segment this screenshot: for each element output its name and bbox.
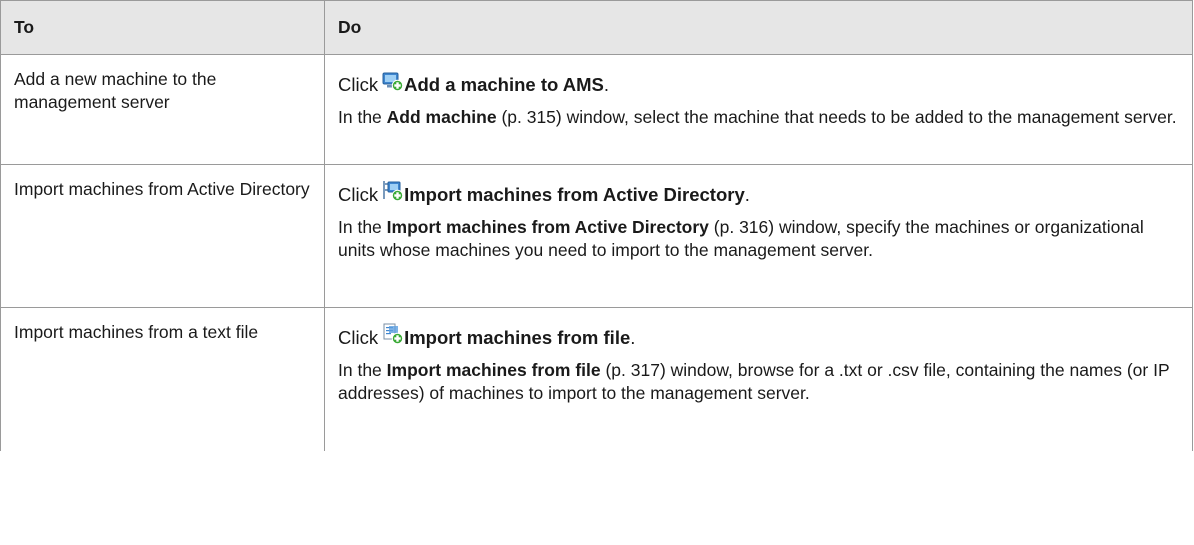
step-line: Click Import machines from file. — [338, 323, 1179, 350]
click-word: Click — [338, 74, 379, 95]
do-cell: Click Add a machine to AMS. In the Add m… — [324, 54, 1193, 165]
period: . — [603, 74, 609, 95]
click-word: Click — [338, 184, 379, 205]
step-line: Click Add a machine to AMS. — [338, 72, 1179, 97]
period: . — [630, 327, 636, 348]
instructions-table: To Do Add a new machine to the managemen… — [0, 0, 1193, 451]
desc-prefix: In the — [338, 360, 382, 380]
desc-window-name: Add machine — [386, 107, 497, 127]
action-name: Add a machine to AMS — [404, 74, 604, 95]
to-cell: Import machines from Active Directory — [0, 164, 325, 308]
to-cell: Import machines from a text file — [0, 307, 325, 451]
click-word: Click — [338, 327, 379, 348]
to-cell: Add a new machine to the management serv… — [0, 54, 325, 165]
header-do: Do — [324, 0, 1193, 55]
import-ad-icon — [382, 181, 404, 202]
desc-window-name: Import machines from Active Directory — [386, 217, 709, 237]
desc-suffix: (p. 315) window, select the machine that… — [501, 107, 1177, 127]
header-to: To — [0, 0, 325, 55]
table-row: Add a new machine to the management serv… — [0, 54, 1193, 165]
description: In the Import machines from Active Direc… — [338, 216, 1179, 272]
description: In the Add machine (p. 315) window, sele… — [338, 106, 1179, 139]
do-cell: Click Import machines from file. In the … — [324, 307, 1193, 451]
do-cell: Click Import machines from Active Direct… — [324, 164, 1193, 308]
step-line: Click Import machines from Active Direct… — [338, 181, 1179, 207]
desc-prefix: In the — [338, 107, 382, 127]
period: . — [744, 184, 750, 205]
desc-prefix: In the — [338, 217, 382, 237]
table-row: Import machines from a text file Click I… — [0, 307, 1193, 451]
import-file-icon — [382, 323, 404, 345]
action-name: Import machines from file — [404, 327, 631, 348]
add-machine-icon — [382, 72, 404, 92]
action-name: Import machines from Active Directory — [404, 184, 745, 205]
table-row: Import machines from Active Directory Cl… — [0, 164, 1193, 308]
desc-window-name: Import machines from file — [386, 360, 601, 380]
description: In the Import machines from file (p. 317… — [338, 359, 1179, 415]
header-row: To Do — [0, 0, 1193, 55]
